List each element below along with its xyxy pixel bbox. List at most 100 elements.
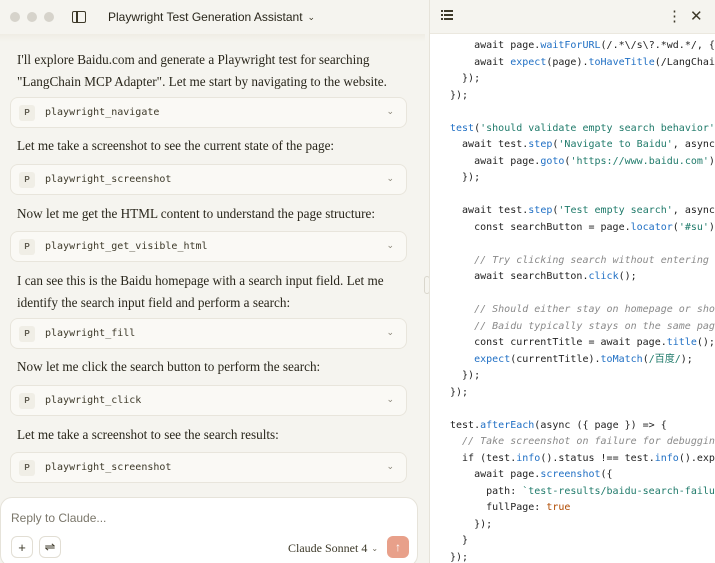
code-token: await page. <box>450 155 541 167</box>
reply-composer[interactable]: Reply to Claude... + ⇌ Claude Sonnet 4 ⌄… <box>0 497 418 563</box>
code-token: if (test. <box>450 452 517 464</box>
playwright-icon: P <box>19 392 35 409</box>
code-token: path: <box>450 485 523 497</box>
code-token: }); <box>450 172 481 183</box>
code-token: // Should either stay on homepage or sho… <box>450 304 715 315</box>
code-line: if (test.info().status !== test.info().e… <box>450 451 715 468</box>
artifact-panel: ⋮ ✕ await page.waitForURL(/.*\/s\?.*wd.*… <box>429 0 715 563</box>
tools-settings-button[interactable]: ⇌ <box>39 536 61 558</box>
tool-call-card[interactable]: P playwright_screenshot ⌄ <box>10 452 407 483</box>
code-token: ); <box>708 155 715 167</box>
tool-call-card[interactable]: P playwright_click ⌄ <box>10 385 407 416</box>
code-line: fullPage: true <box>450 500 715 517</box>
code-token: }); <box>450 551 469 563</box>
tool-call-card[interactable]: P playwright_screenshot ⌄ <box>10 164 407 195</box>
code-token: }); <box>450 386 469 398</box>
code-line: }); <box>450 368 715 385</box>
code-line: expect(currentTitle).toMatch(/百度/); <box>450 352 715 369</box>
assistant-message: Let me take a screenshot to see the curr… <box>17 138 335 153</box>
chevron-down-icon: ⌄ <box>386 240 394 250</box>
code-token: /百度/ <box>648 353 681 365</box>
assistant-message: Now let me click the search button to pe… <box>17 359 321 374</box>
send-button[interactable]: ↑ <box>387 536 409 558</box>
code-line: await page.goto('https://www.baidu.com')… <box>450 154 715 171</box>
code-token: ); <box>680 353 693 365</box>
code-token: ({ <box>600 469 613 480</box>
code-token: (); <box>696 337 715 348</box>
model-selector[interactable]: Claude Sonnet 4 ⌄ <box>288 541 378 556</box>
code-token: }); <box>450 370 481 381</box>
code-line: await test.step('Navigate to Baidu', asy… <box>450 137 715 154</box>
window-controls <box>10 12 54 22</box>
sidebar-toggle-icon[interactable] <box>72 11 86 23</box>
code-token: await <box>450 56 511 68</box>
playwright-icon: P <box>19 325 35 342</box>
code-token: toHaveTitle <box>588 56 655 68</box>
maximize-window-icon[interactable] <box>44 12 54 22</box>
code-token: // Try clicking search without entering … <box>450 254 715 266</box>
code-token: }); <box>450 73 481 84</box>
code-line: test('should validate empty search behav… <box>450 121 715 138</box>
chat-title-button[interactable]: Playwright Test Generation Assistant ⌄ <box>108 10 315 24</box>
code-token: await page. <box>450 469 541 480</box>
tool-name: playwright_screenshot <box>45 174 172 185</box>
arrow-up-icon: ↑ <box>395 540 401 554</box>
assistant-message: I'll explore Baidu.com and generate a Pl… <box>17 52 387 89</box>
close-window-icon[interactable] <box>10 12 20 22</box>
code-token: // Take screenshot on failure for debugg… <box>450 436 715 447</box>
code-token: 'https://www.baidu.com' <box>570 155 709 167</box>
code-line: await searchButton.click(); <box>450 269 715 286</box>
code-line: // Try clicking search without entering … <box>450 253 715 270</box>
tool-call-card[interactable]: P playwright_navigate ⌄ <box>10 97 407 128</box>
add-attachment-button[interactable]: + <box>11 536 33 558</box>
code-line: }); <box>450 170 715 187</box>
code-line: const currentTitle = await page.title(); <box>450 335 715 352</box>
code-token: '#su' <box>678 221 709 233</box>
code-line: const searchButton = page.locator('#su')… <box>450 220 715 237</box>
code-token: } <box>450 535 469 546</box>
minimize-window-icon[interactable] <box>27 12 37 22</box>
code-token: 'Test empty search' <box>558 205 673 216</box>
code-line: await test.step('Test empty search', asy… <box>450 203 715 220</box>
code-token: // Baidu typically stays on the same pag… <box>450 320 715 332</box>
code-token: click <box>588 271 619 282</box>
code-token: }); <box>450 518 493 530</box>
list-icon[interactable] <box>441 10 453 20</box>
code-token: const searchButton = page. <box>450 221 631 233</box>
assistant-message: I can see this is the Baidu homepage wit… <box>17 273 384 310</box>
tool-name: playwright_screenshot <box>45 462 172 473</box>
chevron-down-icon: ⌄ <box>386 327 394 337</box>
code-line: path: `test-results/baidu-search-failure <box>450 484 715 501</box>
more-options-icon[interactable]: ⋮ <box>667 7 682 25</box>
model-name: Claude Sonnet 4 <box>288 541 368 555</box>
code-token: await test. <box>450 139 529 150</box>
code-line: // Baidu typically stays on the same pag… <box>450 319 715 336</box>
code-token: , async ( <box>672 139 715 150</box>
code-token: fullPage: <box>450 502 547 513</box>
tool-call-card[interactable]: P playwright_fill ⌄ <box>10 318 407 349</box>
tool-name: playwright_fill <box>45 328 136 339</box>
chevron-down-icon: ⌄ <box>386 461 394 471</box>
code-token: screenshot <box>540 469 601 480</box>
code-token: await test. <box>450 205 529 216</box>
tool-call-card[interactable]: P playwright_get_visible_html ⌄ <box>10 231 407 262</box>
close-icon[interactable]: ✕ <box>690 7 703 25</box>
code-line: await page.waitForURL(/.*\/s\?.*wd.*/, {… <box>450 38 715 55</box>
chevron-down-icon: ⌄ <box>386 394 394 404</box>
code-token: (currentTitle). <box>510 353 601 365</box>
code-token: (/LangChain <box>654 56 715 68</box>
code-token: step <box>528 139 553 150</box>
code-line: await expect(page).toHaveTitle(/LangChai… <box>450 55 715 72</box>
reply-input[interactable]: Reply to Claude... <box>11 511 106 525</box>
code-view: await page.waitForURL(/.*\/s\?.*wd.*/, {… <box>450 38 715 563</box>
tool-name: playwright_click <box>45 395 142 406</box>
chevron-down-icon: ⌄ <box>371 544 379 553</box>
playwright-icon: P <box>19 459 35 476</box>
code-token: info <box>516 452 541 464</box>
code-line: }); <box>450 385 715 402</box>
code-token: test. <box>450 419 481 431</box>
playwright-icon: P <box>19 104 35 121</box>
